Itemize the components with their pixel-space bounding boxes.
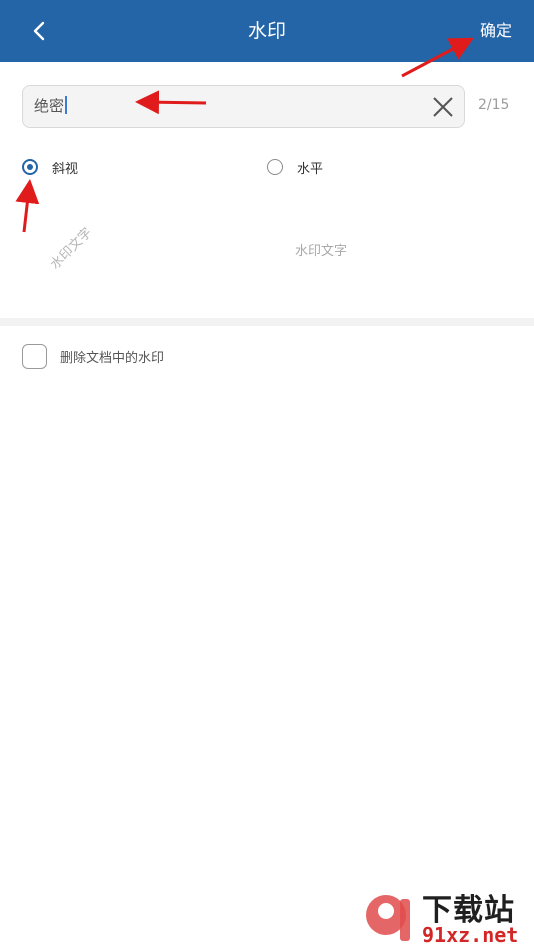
character-counter: 2/15 <box>478 97 510 113</box>
radio-option-horizontal[interactable]: 水平 <box>267 156 323 178</box>
arrow-to-diagonal-radio <box>15 179 40 233</box>
page-title: 水印 <box>247 20 286 42</box>
site-logo-domain: 91xz.net <box>422 923 519 947</box>
top-app-bar: 水印 确定 <box>0 0 534 62</box>
site-logo: 下载站 91xz.net <box>362 885 534 950</box>
remove-watermark-checkbox[interactable] <box>22 344 47 369</box>
radio-button-checked[interactable] <box>22 159 38 175</box>
diagonal-watermark-preview: 水印文字 <box>47 225 96 273</box>
remove-watermark-option[interactable]: 删除文档中的水印 <box>22 343 164 370</box>
remove-watermark-label: 删除文档中的水印 <box>60 351 165 366</box>
radio-button-unchecked[interactable] <box>267 159 283 175</box>
text-caret <box>65 96 68 114</box>
radio-label-horizontal: 水平 <box>297 161 324 177</box>
radio-option-diagonal[interactable]: 斜视 <box>22 156 78 178</box>
section-divider <box>0 318 534 326</box>
watermark-text-input[interactable]: 绝密 <box>22 85 465 128</box>
clear-text-button[interactable] <box>432 96 454 118</box>
horizontal-watermark-preview: 水印文字 <box>295 244 348 259</box>
watermark-text-value: 绝密 <box>34 97 65 115</box>
logo-mark-icon <box>366 895 410 941</box>
confirm-button[interactable]: 确定 <box>480 0 512 62</box>
radio-label-diagonal: 斜视 <box>52 161 79 177</box>
close-icon <box>433 97 453 117</box>
